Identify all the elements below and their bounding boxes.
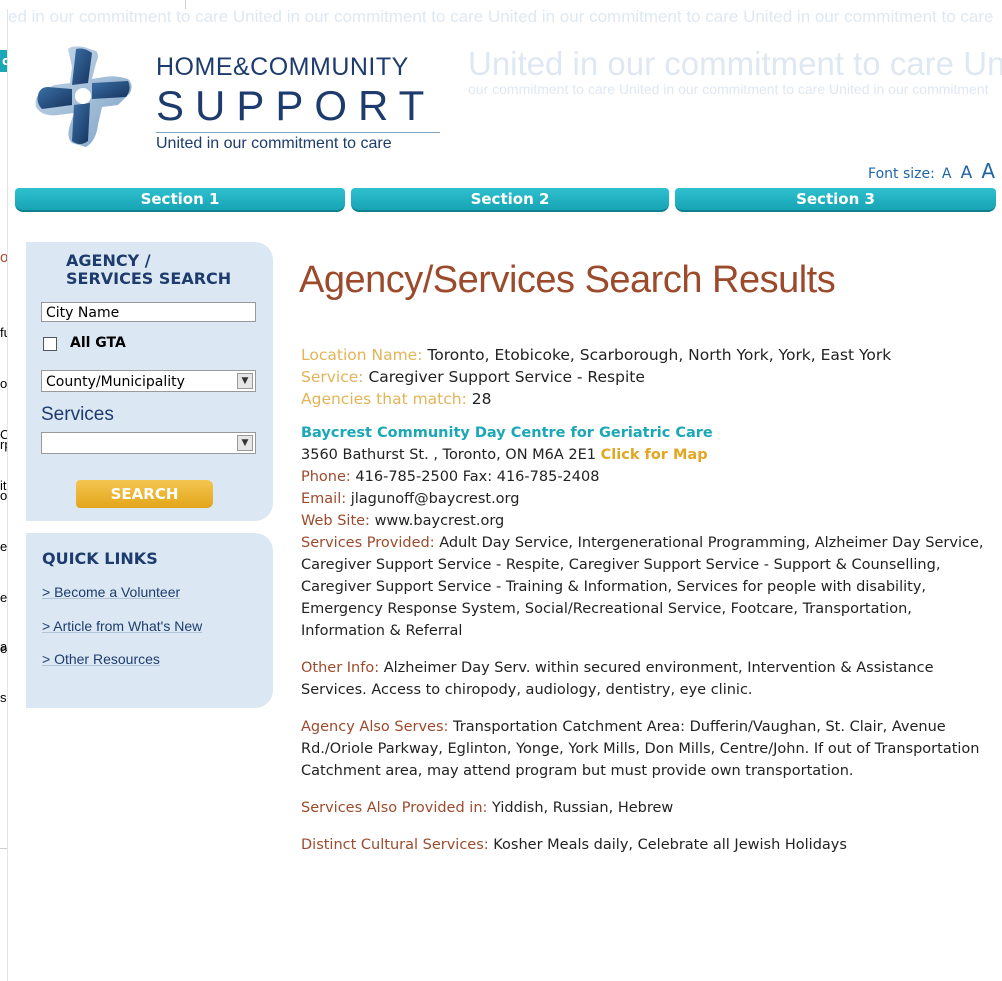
search-panel-title: AGENCY / SERVICES SEARCH bbox=[66, 252, 231, 288]
quick-links-title: QUICK LINKS bbox=[42, 549, 158, 568]
service-value: Caregiver Support Service - Respite bbox=[368, 368, 645, 386]
nav-tab-section-1[interactable]: Section 1 bbox=[15, 188, 345, 212]
services-select[interactable]: ▼ bbox=[41, 432, 256, 454]
services-label: Services bbox=[41, 404, 114, 425]
other-info-row: Other Info: Alzheimer Day Serv. within s… bbox=[301, 657, 991, 701]
font-size-medium-button[interactable]: A bbox=[961, 163, 973, 183]
county-municipality-select[interactable]: County/Municipality ▼ bbox=[41, 370, 256, 392]
brand-tagline: United in our commitment to care bbox=[156, 135, 392, 152]
nav-tab-section-2[interactable]: Section 2 bbox=[351, 188, 669, 212]
map-link[interactable]: Click for Map bbox=[601, 447, 708, 463]
font-size-large-button[interactable]: A bbox=[981, 159, 995, 183]
brand-name-line1: HOME&COMMUNITY bbox=[156, 53, 409, 81]
service-label: Service: bbox=[301, 368, 364, 386]
agency-result: Baycrest Community Day Centre for Geriat… bbox=[301, 422, 991, 856]
cultural-services-row: Distinct Cultural Services: Kosher Meals… bbox=[301, 834, 991, 856]
services-provided-label: Services Provided: bbox=[301, 535, 435, 551]
website-value[interactable]: www.baycrest.org bbox=[375, 513, 505, 529]
email-value[interactable]: jlagunoff@baycrest.org bbox=[351, 491, 520, 507]
main-nav: Section 1 Section 2 Section 3 bbox=[15, 188, 996, 212]
languages-label: Services Also Provided in: bbox=[301, 800, 488, 816]
location-label: Location Name: bbox=[301, 346, 423, 364]
font-size-small-button[interactable]: A bbox=[942, 166, 952, 182]
home-community-support-logo[interactable] bbox=[32, 45, 136, 149]
agency-name-link[interactable]: Baycrest Community Day Centre for Geriat… bbox=[301, 422, 991, 444]
languages-row: Services Also Provided in: Yiddish, Russ… bbox=[301, 797, 991, 819]
cultural-services-value: Kosher Meals daily, Celebrate all Jewish… bbox=[493, 837, 847, 853]
languages-value: Yiddish, Russian, Hebrew bbox=[492, 800, 674, 816]
match-label: Agencies that match: bbox=[301, 390, 467, 408]
search-title-line2: SERVICES SEARCH bbox=[66, 269, 232, 288]
other-info-label: Other Info: bbox=[301, 660, 380, 676]
search-button[interactable]: SEARCH bbox=[76, 480, 213, 508]
brand-divider bbox=[156, 132, 440, 133]
nav-tab-section-3[interactable]: Section 3 bbox=[675, 188, 996, 212]
also-serves-label: Agency Also Serves: bbox=[301, 719, 449, 735]
agency-address: 3560 Bathurst St. , Toronto, ON M6A 2E1 bbox=[301, 447, 597, 463]
all-gta-label: All GTA bbox=[70, 335, 126, 351]
page-title: Agency/Services Search Results bbox=[299, 259, 836, 301]
quick-links-panel: QUICK LINKS > Become a Volunteer > Artic… bbox=[26, 533, 273, 708]
phone-label: Phone: bbox=[301, 469, 351, 485]
match-count: 28 bbox=[471, 390, 492, 408]
quick-link-other-resources[interactable]: > Other Resources bbox=[42, 651, 160, 667]
font-size-label: Font size: bbox=[868, 166, 935, 182]
phone-value: 416-785-2500 bbox=[355, 469, 459, 485]
other-info-value: Alzheimer Day Serv. within secured envir… bbox=[301, 660, 934, 698]
phone-row: Phone: 416-785-2500 Fax: 416-785-2408 bbox=[301, 466, 991, 488]
quick-link-article-whats-new[interactable]: > Article from What's New bbox=[42, 618, 202, 634]
fax-value: 416-785-2408 bbox=[496, 469, 600, 485]
location-value: Toronto, Etobicoke, Scarborough, North Y… bbox=[427, 346, 892, 364]
location-row: Location Name: Toronto, Etobicoke, Scarb… bbox=[301, 344, 991, 366]
watermark-line: United in our commitment to care United … bbox=[468, 45, 1002, 82]
city-name-input[interactable]: City Name bbox=[41, 302, 256, 322]
search-results: Location Name: Toronto, Etobicoke, Scarb… bbox=[301, 344, 991, 856]
fax-label: Fax: bbox=[462, 469, 493, 485]
watermark-line: ed in our commitment to care United in o… bbox=[8, 9, 994, 26]
font-size-control: Font size: A A A bbox=[868, 159, 995, 183]
brand-name-line2: SUPPORT bbox=[156, 82, 436, 129]
email-label: Email: bbox=[301, 491, 347, 507]
page-window: ed in our commitment to care United in o… bbox=[7, 9, 1002, 981]
watermark-line: our commitment to care United in our com… bbox=[468, 81, 989, 97]
service-row: Service: Caregiver Support Service - Res… bbox=[301, 366, 991, 388]
county-select-value: County/Municipality bbox=[46, 374, 185, 390]
website-label: Web Site: bbox=[301, 513, 370, 529]
agency-search-panel: AGENCY / SERVICES SEARCH City Name All G… bbox=[26, 242, 273, 521]
email-row: Email: jlagunoff@baycrest.org bbox=[301, 488, 991, 510]
chevron-down-icon[interactable]: ▼ bbox=[237, 435, 253, 451]
search-title-line1: AGENCY / bbox=[66, 251, 151, 270]
services-provided-row: Services Provided: Adult Day Service, In… bbox=[301, 532, 991, 642]
quick-link-become-volunteer[interactable]: > Become a Volunteer bbox=[42, 584, 180, 600]
website-row: Web Site: www.baycrest.org bbox=[301, 510, 991, 532]
all-gta-checkbox[interactable] bbox=[43, 337, 57, 351]
agency-address-row: 3560 Bathurst St. , Toronto, ON M6A 2E1 … bbox=[301, 444, 991, 466]
chevron-down-icon[interactable]: ▼ bbox=[237, 373, 253, 389]
match-row: Agencies that match: 28 bbox=[301, 388, 991, 410]
also-serves-row: Agency Also Serves: Transportation Catch… bbox=[301, 716, 991, 782]
cultural-services-label: Distinct Cultural Services: bbox=[301, 837, 489, 853]
